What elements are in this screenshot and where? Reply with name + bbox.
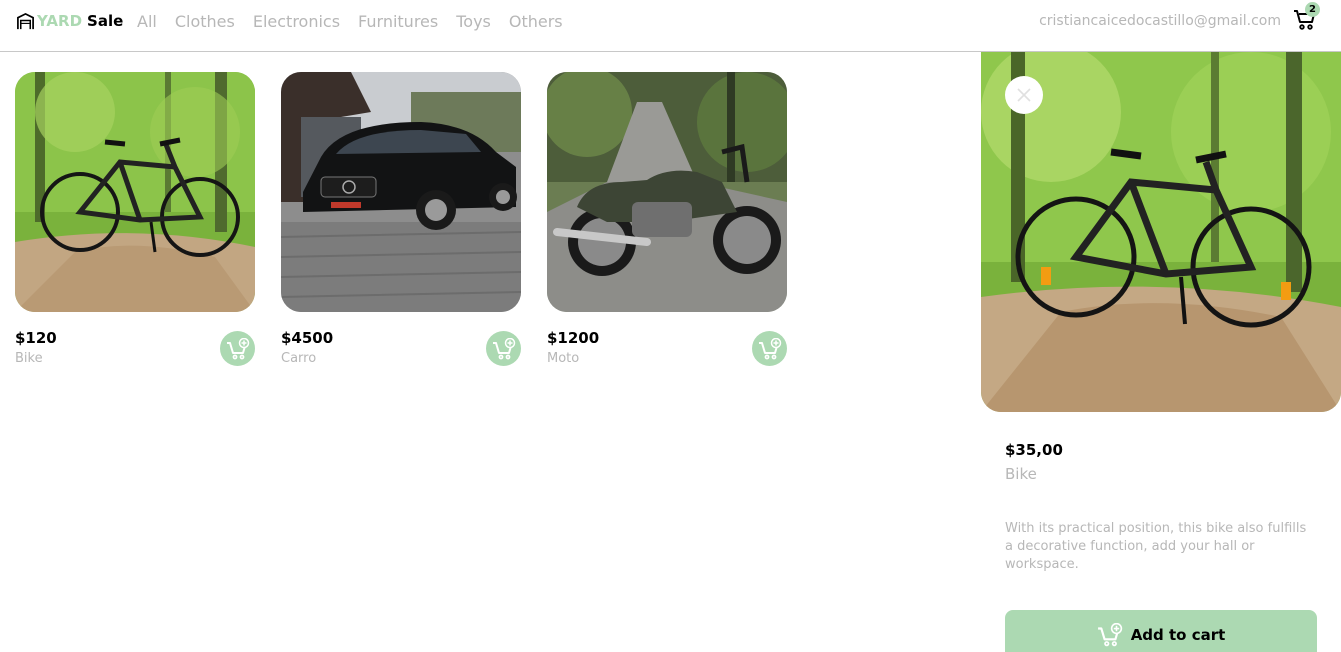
category-nav: All Clothes Electronics Furnitures Toys … — [137, 12, 563, 31]
product-card: $120 Bike — [15, 72, 255, 389]
product-info: $120 Bike — [15, 329, 255, 389]
close-detail-button[interactable] — [1005, 76, 1043, 114]
shopping-cart-button[interactable]: 2 — [1293, 2, 1320, 33]
nav-link-others[interactable]: Others — [509, 12, 563, 31]
add-to-cart-button[interactable] — [752, 331, 787, 366]
navbar: YARD Sale All Clothes Electronics Furnit… — [0, 0, 1341, 52]
add-to-cart-button[interactable] — [486, 331, 521, 366]
product-name: Carro — [281, 351, 317, 366]
cart-plus-icon — [226, 337, 249, 359]
cart-count-badge: 2 — [1305, 2, 1320, 17]
nav-link-all[interactable]: All — [137, 12, 157, 31]
nav-link-clothes[interactable]: Clothes — [175, 12, 235, 31]
cart-plus-icon — [1097, 623, 1122, 647]
product-card: $4500 Carro — [281, 72, 521, 389]
garage-icon — [17, 12, 34, 29]
product-detail-panel: $35,00 Bike With its practical position,… — [981, 52, 1341, 652]
product-image-moto[interactable] — [547, 72, 787, 312]
logo-sale-text: Sale — [87, 12, 124, 30]
add-to-cart-primary-button[interactable]: Add to cart — [1005, 610, 1317, 652]
product-info: $1200 Moto — [547, 329, 787, 389]
product-price: $1200 — [547, 329, 600, 347]
nav-link-electronics[interactable]: Electronics — [253, 12, 340, 31]
product-name: Moto — [547, 351, 580, 366]
product-price: $120 — [15, 329, 57, 347]
logo[interactable]: YARD Sale — [16, 10, 123, 32]
product-grid: $120 Bike $4500 Carro $1200 Moto — [15, 72, 787, 389]
add-to-cart-label: Add to cart — [1130, 626, 1226, 644]
logo-yard-text: YARD — [37, 12, 83, 30]
cart-plus-icon — [492, 337, 515, 359]
close-icon — [1017, 88, 1031, 102]
product-card: $1200 Moto — [547, 72, 787, 389]
product-image-bike[interactable] — [15, 72, 255, 312]
nav-link-toys[interactable]: Toys — [456, 12, 491, 31]
nav-link-furnitures[interactable]: Furnitures — [358, 12, 438, 31]
product-name: Bike — [15, 351, 43, 366]
detail-name: Bike — [1005, 465, 1037, 483]
product-info: $4500 Carro — [281, 329, 521, 389]
user-email[interactable]: cristiancaicedocastillo@gmail.com — [1039, 13, 1281, 29]
detail-price: $35,00 — [1005, 441, 1063, 459]
cart-plus-icon — [758, 337, 781, 359]
add-to-cart-button[interactable] — [220, 331, 255, 366]
detail-description: With its practical position, this bike a… — [1005, 521, 1307, 572]
product-price: $4500 — [281, 329, 334, 347]
product-image-carro[interactable] — [281, 72, 521, 312]
